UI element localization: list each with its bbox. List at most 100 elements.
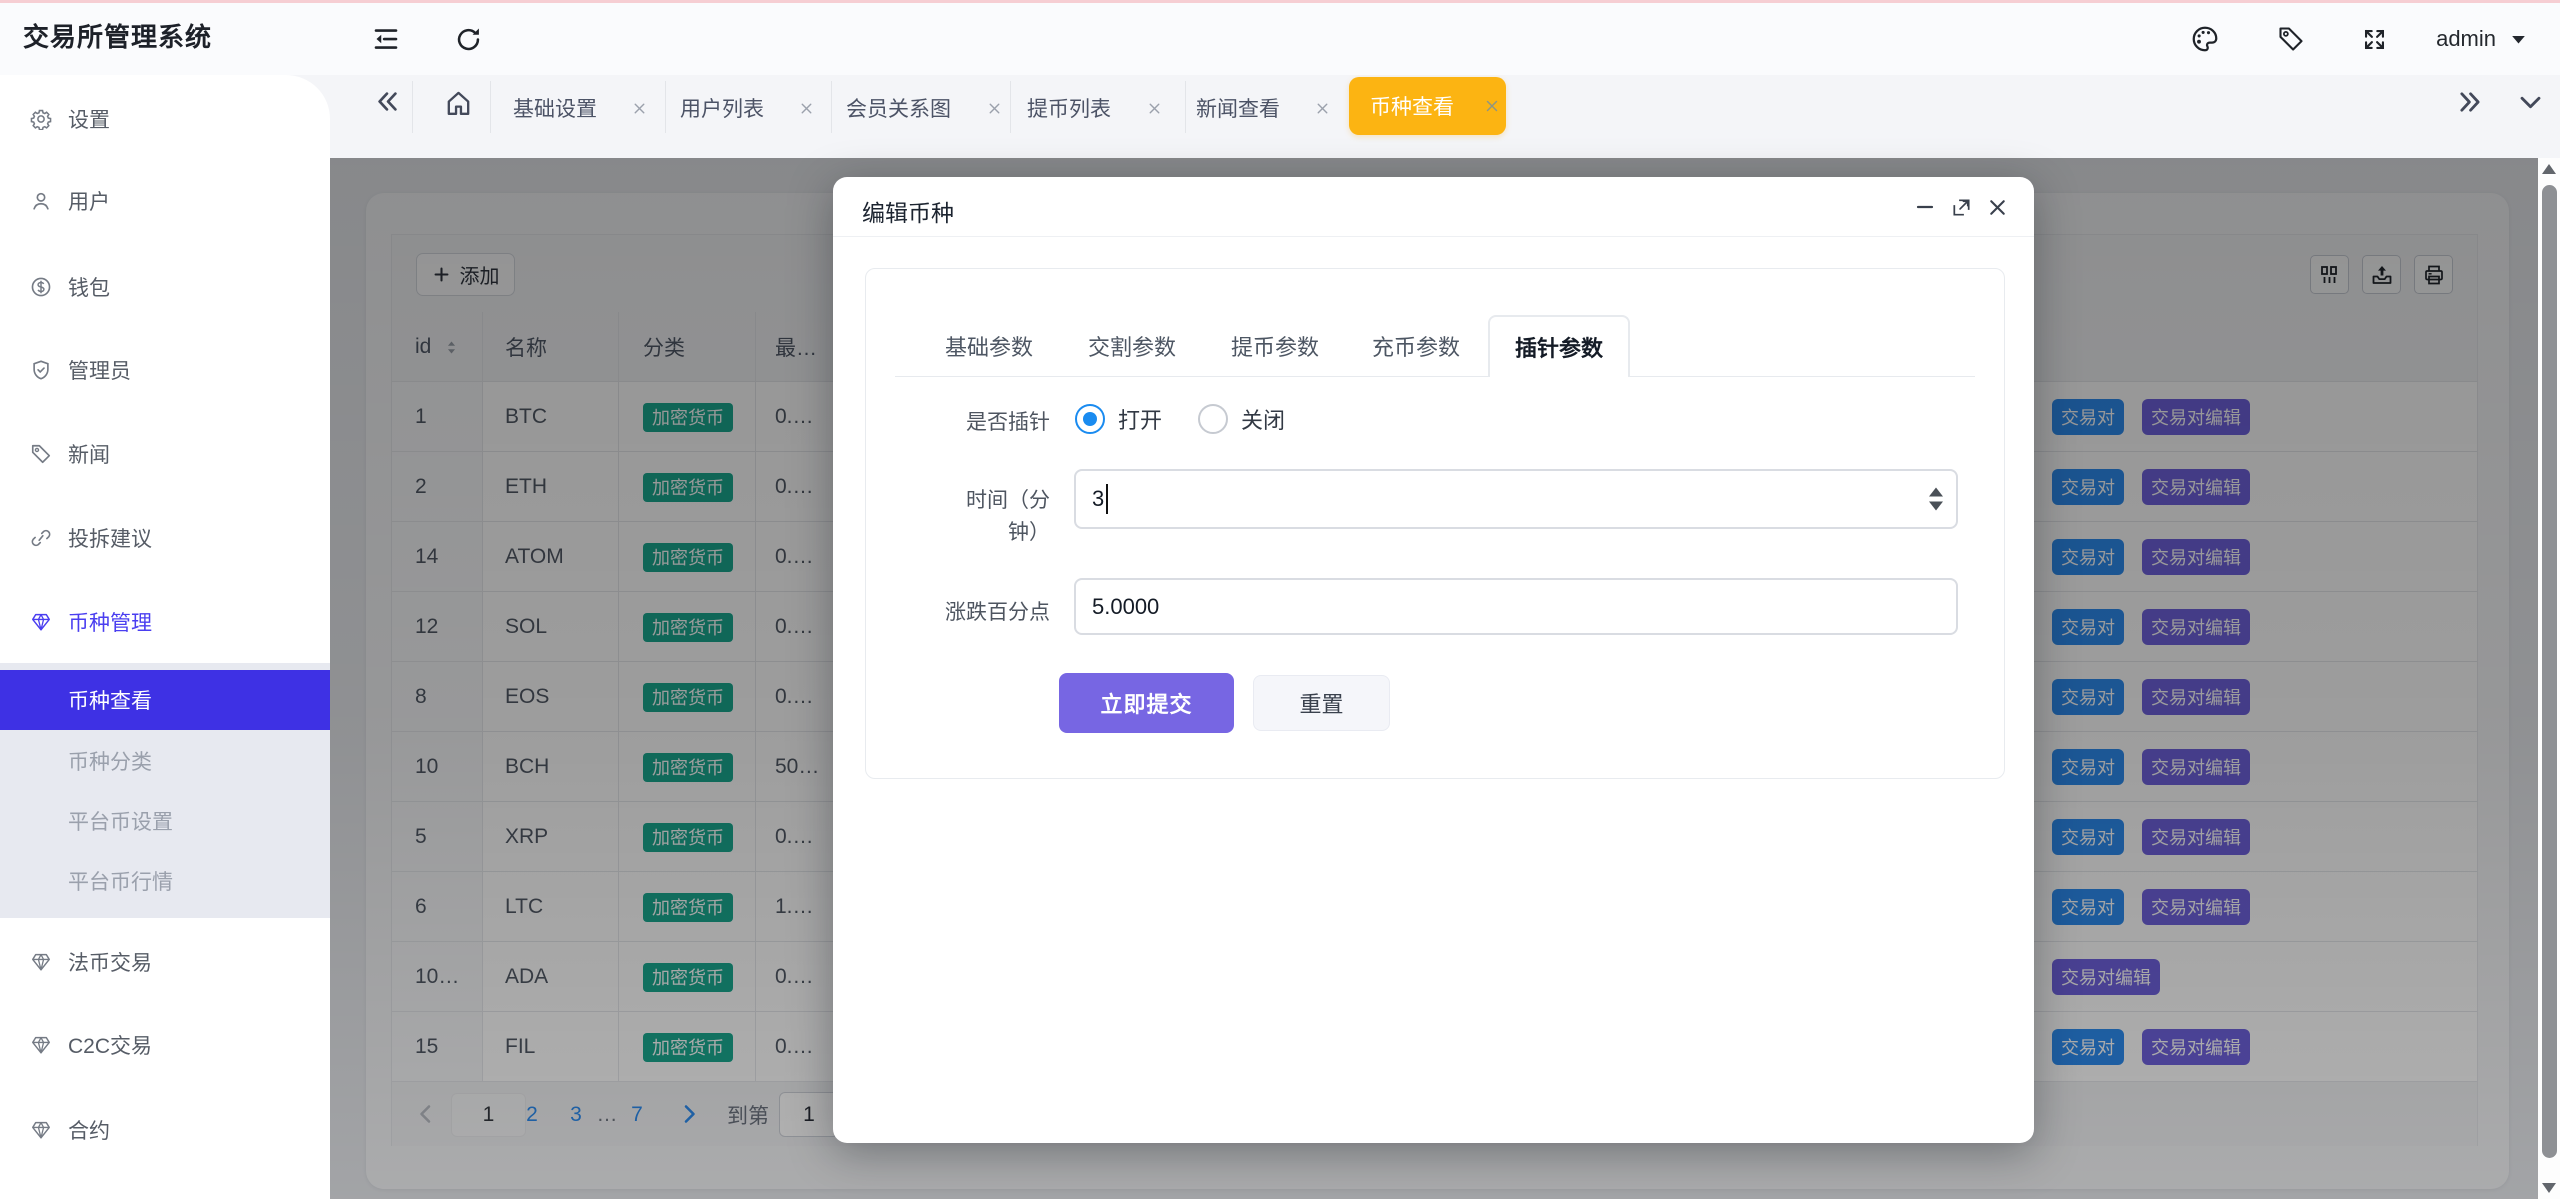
tag-icon — [2277, 25, 2305, 53]
submenu-item-label: 平台币设置 — [68, 806, 173, 836]
number-spinner[interactable] — [1929, 488, 1943, 511]
modal-tab-delivery-params[interactable]: 交割参数 — [1088, 315, 1176, 376]
app-header: 交易所管理系统 admin — [0, 3, 2560, 75]
radio-on-selected[interactable] — [1075, 404, 1105, 434]
tabs-underline — [895, 376, 1975, 377]
tabs-scroll-left-button[interactable] — [374, 88, 401, 171]
close-icon[interactable] — [1314, 100, 1331, 117]
percent-value: 5.0000 — [1092, 594, 1159, 620]
sidebar-item-label: C2C交易 — [68, 1030, 152, 1060]
close-icon[interactable] — [986, 100, 1003, 117]
tag-icon — [30, 443, 52, 465]
tab-separator — [1185, 81, 1186, 133]
tab-label: 用户列表 — [680, 93, 764, 123]
modal-maximize-button[interactable] — [1943, 177, 1979, 237]
shield-check-icon — [30, 359, 52, 381]
submenu-item-label: 平台币行情 — [68, 866, 173, 896]
modal-close-button[interactable] — [1979, 177, 2015, 237]
modal-tab-deposit-params[interactable]: 充币参数 — [1372, 315, 1460, 376]
scrollbar-thumb[interactable] — [2542, 185, 2557, 1158]
sidebar-item-wallet[interactable]: 钱包 — [0, 258, 330, 316]
sidebar-item-label: 设置 — [68, 104, 110, 134]
time-label-line: 时间（分 — [966, 489, 1050, 512]
text-cursor — [1106, 484, 1108, 514]
sidebar-item-admins[interactable]: 管理员 — [0, 341, 330, 399]
refresh-icon — [454, 25, 483, 54]
sidebar-item-feedback[interactable]: 投拆建议 — [0, 509, 330, 567]
close-icon[interactable] — [631, 100, 648, 117]
modal-tab-withdraw-params[interactable]: 提币参数 — [1231, 315, 1319, 376]
radio-off[interactable] — [1198, 404, 1228, 434]
pin-switch-label: 是否插针 — [889, 406, 1050, 436]
theme-button[interactable] — [2177, 3, 2233, 75]
time-label-line: 钟） — [1008, 521, 1050, 544]
sidebar-item-users[interactable]: 用户 — [0, 172, 330, 230]
sidebar-item-coin-management[interactable]: 币种管理 — [0, 593, 330, 651]
exchange-admin-app: 交易所管理系统 admin 基础设置 — [0, 0, 2560, 1199]
pin-radio-group: 打开 关闭 — [1075, 403, 1285, 435]
tab-user-list[interactable]: 用户列表 — [680, 75, 815, 158]
percent-input[interactable]: 5.0000 — [1074, 578, 1958, 635]
sidebar-item-label: 法币交易 — [68, 947, 152, 977]
collapse-sidebar-button[interactable] — [358, 3, 414, 75]
close-icon[interactable] — [1483, 97, 1501, 115]
sidebar-item-c2c-trade[interactable]: C2C交易 — [0, 1016, 330, 1074]
gear-icon — [30, 108, 52, 130]
submenu-item-platform-coin-market[interactable]: 平台币行情 — [0, 851, 330, 911]
sidebar-item-contract[interactable]: 合约 — [0, 1101, 330, 1159]
user-menu[interactable]: admin — [2436, 3, 2528, 75]
page-scrollbar[interactable] — [2538, 158, 2560, 1199]
sidebar-item-news[interactable]: 新闻 — [0, 425, 330, 483]
sidebar-item-label: 钱包 — [68, 272, 110, 302]
tab-label: 币种查看 — [1370, 91, 1454, 121]
fullscreen-button[interactable] — [2346, 3, 2402, 75]
modal-tabs: 基础参数 交割参数 提币参数 充币参数 插针参数 — [866, 315, 2004, 377]
submenu-item-coin-category[interactable]: 币种分类 — [0, 731, 330, 791]
page-tabs-bar: 基础设置 用户列表 会员关系图 提币列表 新闻查看 币种查看 — [0, 75, 2560, 158]
scroll-down-arrow[interactable] — [2542, 1183, 2556, 1193]
tab-basic-settings[interactable]: 基础设置 — [513, 75, 648, 158]
sidebar-item-label: 新闻 — [68, 439, 110, 469]
minus-icon — [1913, 195, 1937, 219]
tab-coin-view-active[interactable]: 币种查看 — [1349, 77, 1506, 135]
chevrons-left-icon — [374, 88, 401, 115]
caret-down-icon — [2509, 30, 2528, 49]
spinner-down-icon[interactable] — [1929, 502, 1943, 511]
time-minutes-input[interactable]: 3 — [1074, 469, 1958, 529]
submenu-item-coin-view[interactable]: 币种查看 — [0, 670, 330, 730]
sidebar-item-fiat-trade[interactable]: 法币交易 — [0, 933, 330, 991]
sidebar-item-settings[interactable]: 设置 — [0, 90, 330, 148]
edit-coin-modal: 编辑币种 基础参数 交割参数 提币参数 充币参数 插针参数 是否插针 — [833, 177, 2034, 1143]
submit-button[interactable]: 立即提交 — [1059, 673, 1234, 733]
tab-withdraw-list[interactable]: 提币列表 — [1027, 75, 1163, 158]
radio-on-label: 打开 — [1118, 403, 1162, 435]
modal-header: 编辑币种 — [833, 177, 2034, 237]
percent-label: 涨跌百分点 — [889, 596, 1050, 626]
tags-button[interactable] — [2263, 3, 2319, 75]
tabs-scroll-right-button[interactable] — [2456, 88, 2484, 171]
home-tab-button[interactable] — [443, 88, 474, 171]
chevron-down-icon — [2516, 88, 2545, 117]
tab-separator — [665, 81, 666, 133]
close-icon[interactable] — [1146, 100, 1163, 117]
close-icon[interactable] — [798, 100, 815, 117]
sidebar-item-label: 用户 — [68, 186, 110, 216]
scroll-up-arrow[interactable] — [2542, 164, 2556, 174]
tab-member-graph[interactable]: 会员关系图 — [846, 75, 1003, 158]
chevrons-right-icon — [2456, 88, 2484, 116]
modal-tab-basic-params[interactable]: 基础参数 — [945, 315, 1033, 376]
fullscreen-icon — [2361, 26, 2388, 53]
reset-button[interactable]: 重置 — [1253, 675, 1390, 731]
spinner-up-icon[interactable] — [1929, 488, 1943, 497]
sidebar-item-label: 投拆建议 — [68, 523, 152, 553]
tab-news-view[interactable]: 新闻查看 — [1196, 75, 1331, 158]
refresh-button[interactable] — [440, 3, 496, 75]
tab-label: 提币列表 — [1027, 93, 1111, 123]
modal-tab-pin-params-active[interactable]: 插针参数 — [1488, 315, 1630, 377]
modal-minimize-button[interactable] — [1907, 177, 1943, 237]
submenu-item-platform-coin-settings[interactable]: 平台币设置 — [0, 791, 330, 851]
submenu-item-label: 币种查看 — [68, 685, 152, 715]
time-minutes-label: 时间（分钟） — [889, 485, 1050, 549]
gem-icon — [30, 1119, 52, 1141]
link-icon — [30, 527, 52, 549]
